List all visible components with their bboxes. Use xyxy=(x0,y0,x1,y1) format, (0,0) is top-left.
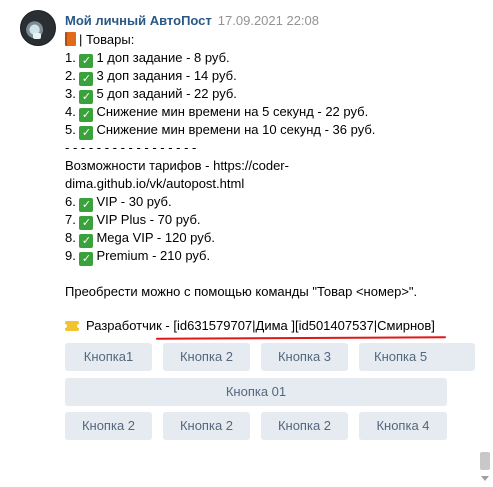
keyboard-button[interactable]: Кнопка1 xyxy=(65,343,152,371)
list-item: 1. ✓ 1 доп задание - 8 руб. xyxy=(65,49,475,68)
check-icon: ✓ xyxy=(79,54,94,68)
scrollbar[interactable] xyxy=(478,0,493,487)
tariffs-line-2: dima.github.io/vk/autopost.html xyxy=(65,176,245,191)
keyboard-button[interactable]: Кнопка 01 xyxy=(65,378,447,406)
item-number: 2. xyxy=(65,68,76,83)
scrollbar-thumb[interactable] xyxy=(480,452,490,470)
item-number: 9. xyxy=(65,248,76,263)
check-icon: ✓ xyxy=(79,198,94,212)
list-item: 2. ✓ 3 доп задания - 14 руб. xyxy=(65,67,475,86)
avatar[interactable] xyxy=(20,10,56,46)
tariffs-line-1: Возможности тарифов - https://coder- xyxy=(65,158,289,173)
check-icon: ✓ xyxy=(79,216,94,230)
keyboard-button[interactable]: Кнопка 5 xyxy=(359,343,475,371)
separator: - - - - - - - - - - - - - - - - - xyxy=(65,140,197,155)
message-date[interactable]: 17.09.2021 22:08 xyxy=(218,13,319,28)
check-icon: ✓ xyxy=(79,108,94,122)
item-text: 5 доп заданий - 22 руб. xyxy=(96,86,237,101)
item-number: 3. xyxy=(65,86,76,101)
author-name[interactable]: Мой личный АвтоПост xyxy=(65,13,212,28)
item-number: 7. xyxy=(65,212,76,227)
orange-book-icon xyxy=(65,32,76,46)
item-text: Mega VIP - 120 руб. xyxy=(96,230,215,245)
developer-line: Разработчик - [id631579707|Дима ][id5014… xyxy=(63,318,435,333)
item-number: 4. xyxy=(65,104,76,119)
keyboard-button[interactable]: Кнопка 2 xyxy=(261,412,348,440)
item-text: Снижение мин времени на 5 секунд - 22 ру… xyxy=(96,104,369,119)
keyboard-button[interactable]: Кнопка 2 xyxy=(65,412,152,440)
check-icon: ✓ xyxy=(79,90,94,104)
item-text: VIP - 30 руб. xyxy=(96,194,172,209)
item-text: 3 доп задания - 14 руб. xyxy=(96,68,237,83)
purchase-hint: Преобрести можно с помощью команды "Това… xyxy=(65,284,418,299)
keyboard-button[interactable]: Кнопка 2 xyxy=(163,412,250,440)
products-header: | Товары: xyxy=(65,31,475,49)
developer-text: Разработчик - [id631579707|Дима ][id5014… xyxy=(86,318,435,333)
keyboard-button[interactable]: Кнопка 4 xyxy=(359,412,447,440)
red-underline-annotation xyxy=(155,336,447,340)
list-item: 3. ✓ 5 доп заданий - 22 руб. xyxy=(65,85,475,104)
item-text: VIP Plus - 70 руб. xyxy=(96,212,201,227)
check-icon: ✓ xyxy=(79,252,94,266)
check-icon: ✓ xyxy=(79,72,94,86)
ticket-icon xyxy=(63,321,81,331)
keyboard-button[interactable]: Кнопка 3 xyxy=(261,343,348,371)
scroll-down-arrow-icon[interactable] xyxy=(481,476,489,481)
item-text: Снижение мин времени на 10 секунд - 36 р… xyxy=(96,122,376,137)
list-item: 5. ✓ Снижение мин времени на 10 секунд - … xyxy=(65,121,475,140)
keyboard-button[interactable]: Кнопка 2 xyxy=(163,343,250,371)
message-container: Мой личный АвтоПост 17.09.2021 22:08 | То… xyxy=(0,0,493,487)
list-item: 8. ✓ Mega VIP - 120 руб. xyxy=(65,229,475,248)
message-body: | Товары: 1. ✓ 1 доп задание - 8 руб. 2. … xyxy=(65,31,475,301)
item-number: 5. xyxy=(65,122,76,137)
products-header-text: | Товары: xyxy=(79,32,135,47)
list-item: 6. ✓ VIP - 30 руб. xyxy=(65,193,475,212)
list-item: 4. ✓ Снижение мин времени на 5 секунд - 2… xyxy=(65,103,475,122)
item-text: 1 доп задание - 8 руб. xyxy=(96,50,230,65)
item-text: Premium - 210 руб. xyxy=(96,248,211,263)
message-header: Мой личный АвтоПост 17.09.2021 22:08 xyxy=(65,13,319,28)
check-icon: ✓ xyxy=(79,126,94,140)
list-item: 9. ✓ Premium - 210 руб. xyxy=(65,247,475,266)
item-number: 1. xyxy=(65,50,76,65)
check-icon: ✓ xyxy=(79,234,94,248)
item-number: 6. xyxy=(65,194,76,209)
list-item: 7. ✓ VIP Plus - 70 руб. xyxy=(65,211,475,230)
item-number: 8. xyxy=(65,230,76,245)
